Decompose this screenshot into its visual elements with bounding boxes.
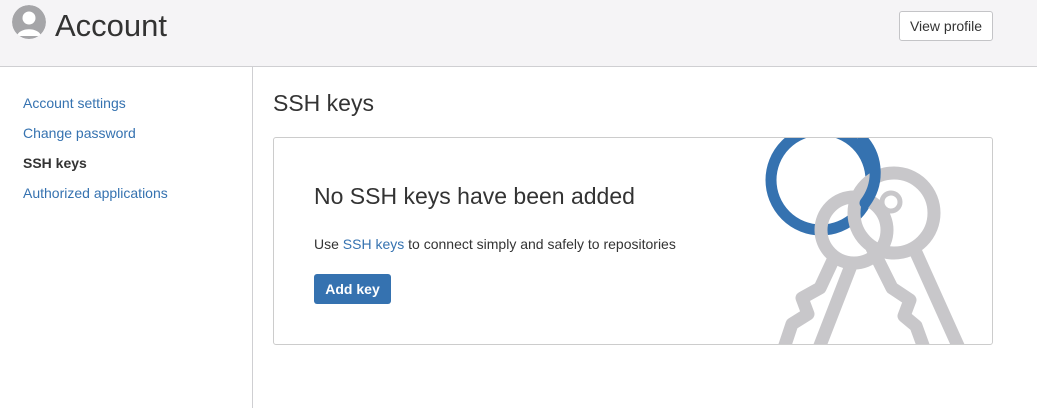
sidebar-item-ssh-keys[interactable]: SSH keys: [23, 154, 87, 172]
empty-state-description: Use SSH keys to connect simply and safel…: [314, 235, 676, 253]
keys-icon: [765, 138, 965, 344]
view-profile-button[interactable]: View profile: [899, 11, 993, 41]
description-suffix: to connect simply and safely to reposito…: [404, 236, 676, 252]
user-avatar-icon: [12, 5, 46, 39]
description-prefix: Use: [314, 236, 343, 252]
empty-state-title: No SSH keys have been added: [314, 183, 635, 209]
add-key-button[interactable]: Add key: [314, 274, 391, 304]
avatar[interactable]: [12, 5, 46, 39]
ssh-keys-link[interactable]: SSH keys: [343, 236, 404, 252]
sidebar-item-authorized-applications[interactable]: Authorized applications: [23, 184, 168, 202]
sidebar-item-change-password[interactable]: Change password: [23, 124, 136, 142]
page-header: Account View profile: [0, 0, 1037, 67]
page-title: Account: [55, 8, 168, 43]
empty-state-card: No SSH keys have been added Use SSH keys…: [273, 137, 993, 345]
sidebar-item-account-settings[interactable]: Account settings: [23, 94, 126, 112]
section-title: SSH keys: [273, 90, 374, 116]
sidebar-nav: Account settings Change password SSH key…: [0, 67, 253, 408]
